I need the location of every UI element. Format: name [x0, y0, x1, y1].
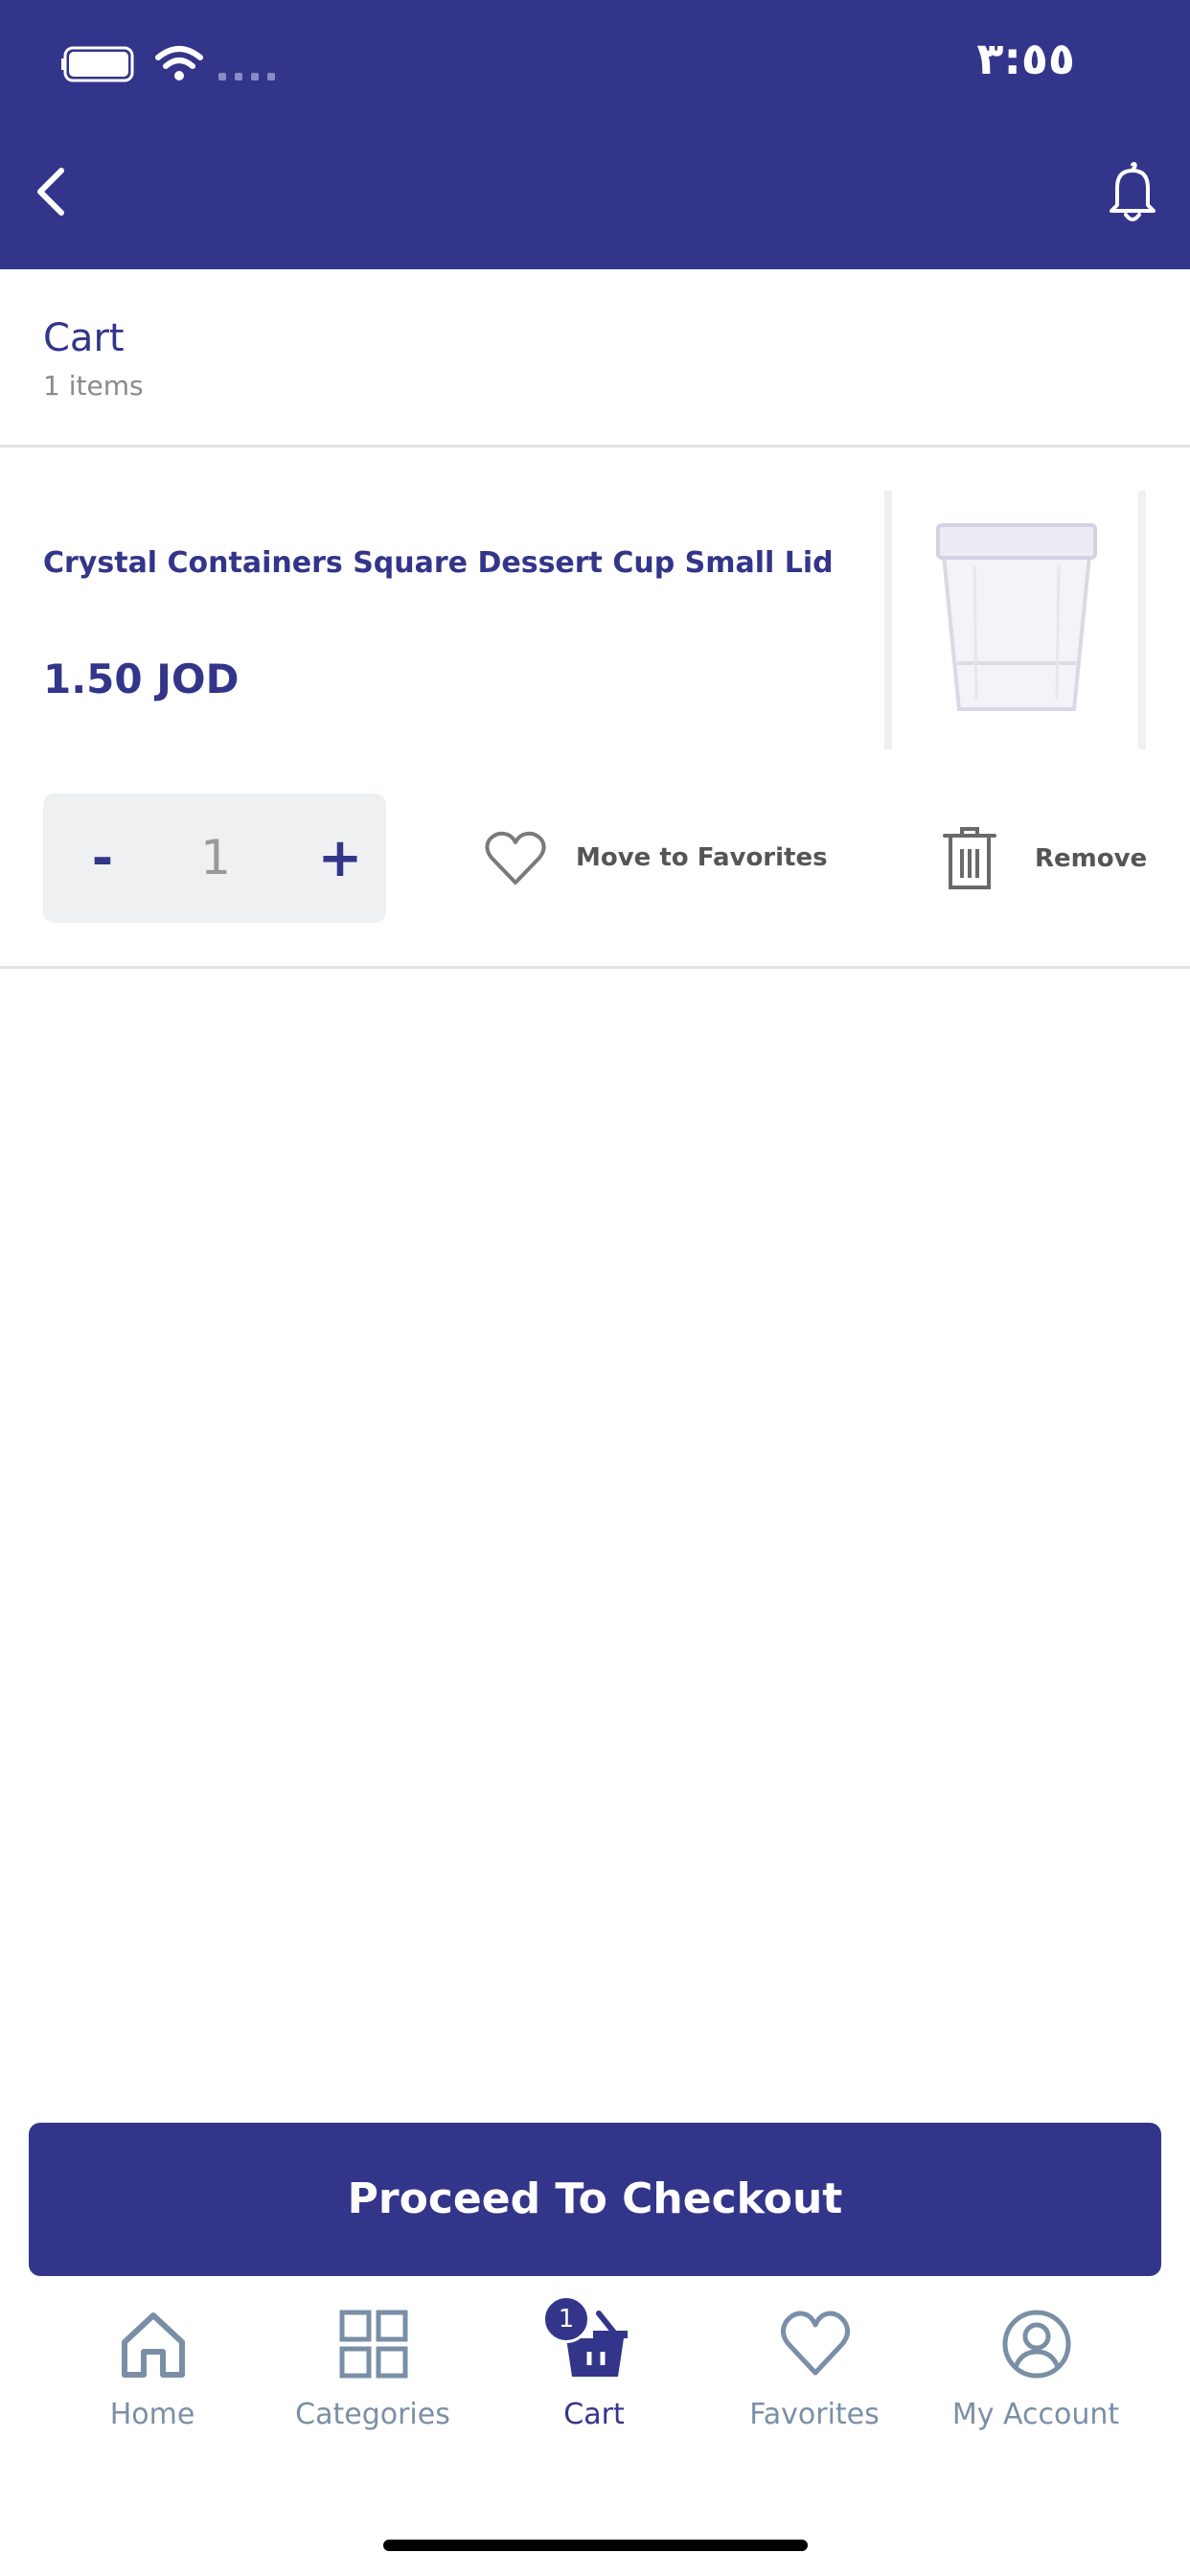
proceed-to-checkout-button[interactable]: Proceed To Checkout: [29, 2123, 1161, 2276]
nav-label-my-account: My Account: [951, 2398, 1120, 2431]
nav-label-categories: Categories: [295, 2398, 450, 2431]
nav-item-my-account[interactable]: My Account: [930, 2310, 1141, 2453]
status-time: ٣:٥٥: [976, 33, 1075, 84]
cart-count-badge: 1: [542, 2295, 590, 2343]
decrease-quantity-button[interactable]: -: [64, 813, 141, 904]
increase-quantity-button[interactable]: +: [302, 813, 378, 904]
wifi-icon: [155, 46, 203, 80]
nav-item-categories[interactable]: Categories: [267, 2310, 478, 2453]
signal-icon: [218, 73, 275, 80]
nav-label-cart: Cart: [563, 2398, 625, 2431]
cart-item-count: 1 items: [43, 370, 144, 402]
user-icon: [1002, 2310, 1071, 2379]
nav-item-cart[interactable]: Cart: [489, 2310, 699, 2453]
remove-label: Remove: [1035, 844, 1148, 873]
nav-label-home: Home: [109, 2398, 195, 2431]
quantity-value: 1: [200, 830, 231, 886]
heart-icon: [781, 2311, 850, 2376]
product-price: 1.50 JOD: [43, 656, 240, 702]
bottom-navigation: Home Categories Cart 1 Favorites My Acco…: [0, 2276, 1190, 2576]
product-image-cup: [936, 523, 1097, 711]
heart-icon: [485, 831, 546, 885]
nav-item-favorites[interactable]: Favorites: [709, 2310, 920, 2453]
chevron-left-icon[interactable]: [33, 165, 71, 218]
grid-icon: [339, 2310, 408, 2379]
move-to-favorites-label: Move to Favorites: [576, 843, 828, 872]
product-name[interactable]: Crystal Containers Square Dessert Cup Sm…: [43, 546, 848, 580]
product-image[interactable]: [884, 491, 1146, 749]
app-header: ٣:٥٥: [0, 0, 1190, 269]
quantity-stepper: - 1 +: [43, 794, 386, 923]
nav-item-home[interactable]: Home: [47, 2310, 258, 2453]
bell-icon[interactable]: [1104, 161, 1161, 224]
divider: [0, 445, 1190, 448]
battery-icon: [61, 46, 134, 82]
home-icon: [122, 2312, 185, 2378]
remove-button[interactable]: Remove: [943, 824, 1147, 893]
nav-label-favorites: Favorites: [749, 2398, 880, 2431]
divider: [0, 966, 1190, 969]
move-to-favorites-button[interactable]: Move to Favorites: [484, 824, 828, 891]
trash-icon: [943, 827, 996, 889]
home-indicator[interactable]: [383, 2540, 808, 2551]
page-title: Cart: [43, 316, 125, 360]
